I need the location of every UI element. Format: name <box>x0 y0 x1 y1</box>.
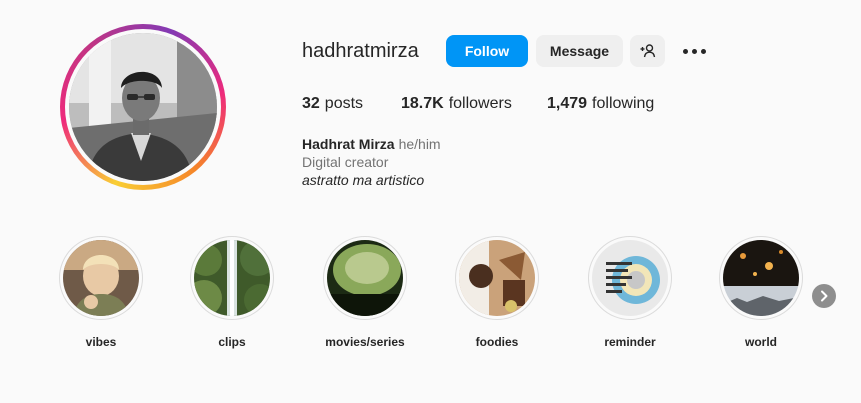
pronouns: he/him <box>398 136 441 152</box>
followers-label: followers <box>448 95 512 112</box>
following-link[interactable]: 1,479 following <box>547 95 654 113</box>
chevron-right-icon <box>821 290 828 302</box>
posts-stat: 32 posts <box>302 95 363 113</box>
profile-avatar-ring[interactable] <box>60 24 226 190</box>
bio-text: astratto ma artistico <box>302 172 425 188</box>
display-name: Hadhrat Mirza <box>302 136 395 152</box>
highlight-ring <box>323 236 407 320</box>
highlight-label: clips <box>218 335 246 349</box>
profile-bio: Hadhrat Mirza he/him Digital creator astr… <box>302 135 441 189</box>
suggest-accounts-button[interactable] <box>630 35 665 67</box>
highlight-ring <box>455 236 539 320</box>
highlight-label: world <box>745 335 777 349</box>
follow-button[interactable]: Follow <box>446 35 528 67</box>
highlight-ring <box>190 236 274 320</box>
person-plus-icon <box>640 44 655 58</box>
following-count: 1,479 <box>547 95 588 112</box>
highlight-label: vibes <box>85 335 117 349</box>
username: hadhratmirza <box>302 40 419 62</box>
avatar[interactable] <box>69 33 217 181</box>
highlight-label: foodies <box>475 335 519 349</box>
highlight-label: movies/series <box>325 335 405 349</box>
more-options-button[interactable] <box>678 35 710 67</box>
highlight-cover <box>592 240 668 316</box>
category-label: Digital creator <box>302 154 389 170</box>
profile-photo <box>69 33 217 181</box>
highlight-cover <box>63 240 139 316</box>
posts-label: posts <box>324 95 364 112</box>
next-highlights-button[interactable] <box>812 284 836 308</box>
highlight-label: reminder <box>604 335 656 349</box>
ellipsis-icon <box>682 48 706 54</box>
following-label: following <box>592 95 655 112</box>
posts-count: 32 <box>302 95 320 112</box>
highlight-cover <box>327 240 403 316</box>
followers-count: 18.7K <box>401 95 444 112</box>
highlight-cover <box>194 240 270 316</box>
followers-link[interactable]: 18.7K followers <box>401 95 512 113</box>
highlight-cover <box>459 240 535 316</box>
highlight-ring <box>59 236 143 320</box>
highlight-ring <box>719 236 803 320</box>
highlight-ring <box>588 236 672 320</box>
message-button[interactable]: Message <box>536 35 623 67</box>
story-highlights: vibes clips movies/series foodies remind… <box>0 235 861 355</box>
highlight-cover <box>723 240 799 316</box>
